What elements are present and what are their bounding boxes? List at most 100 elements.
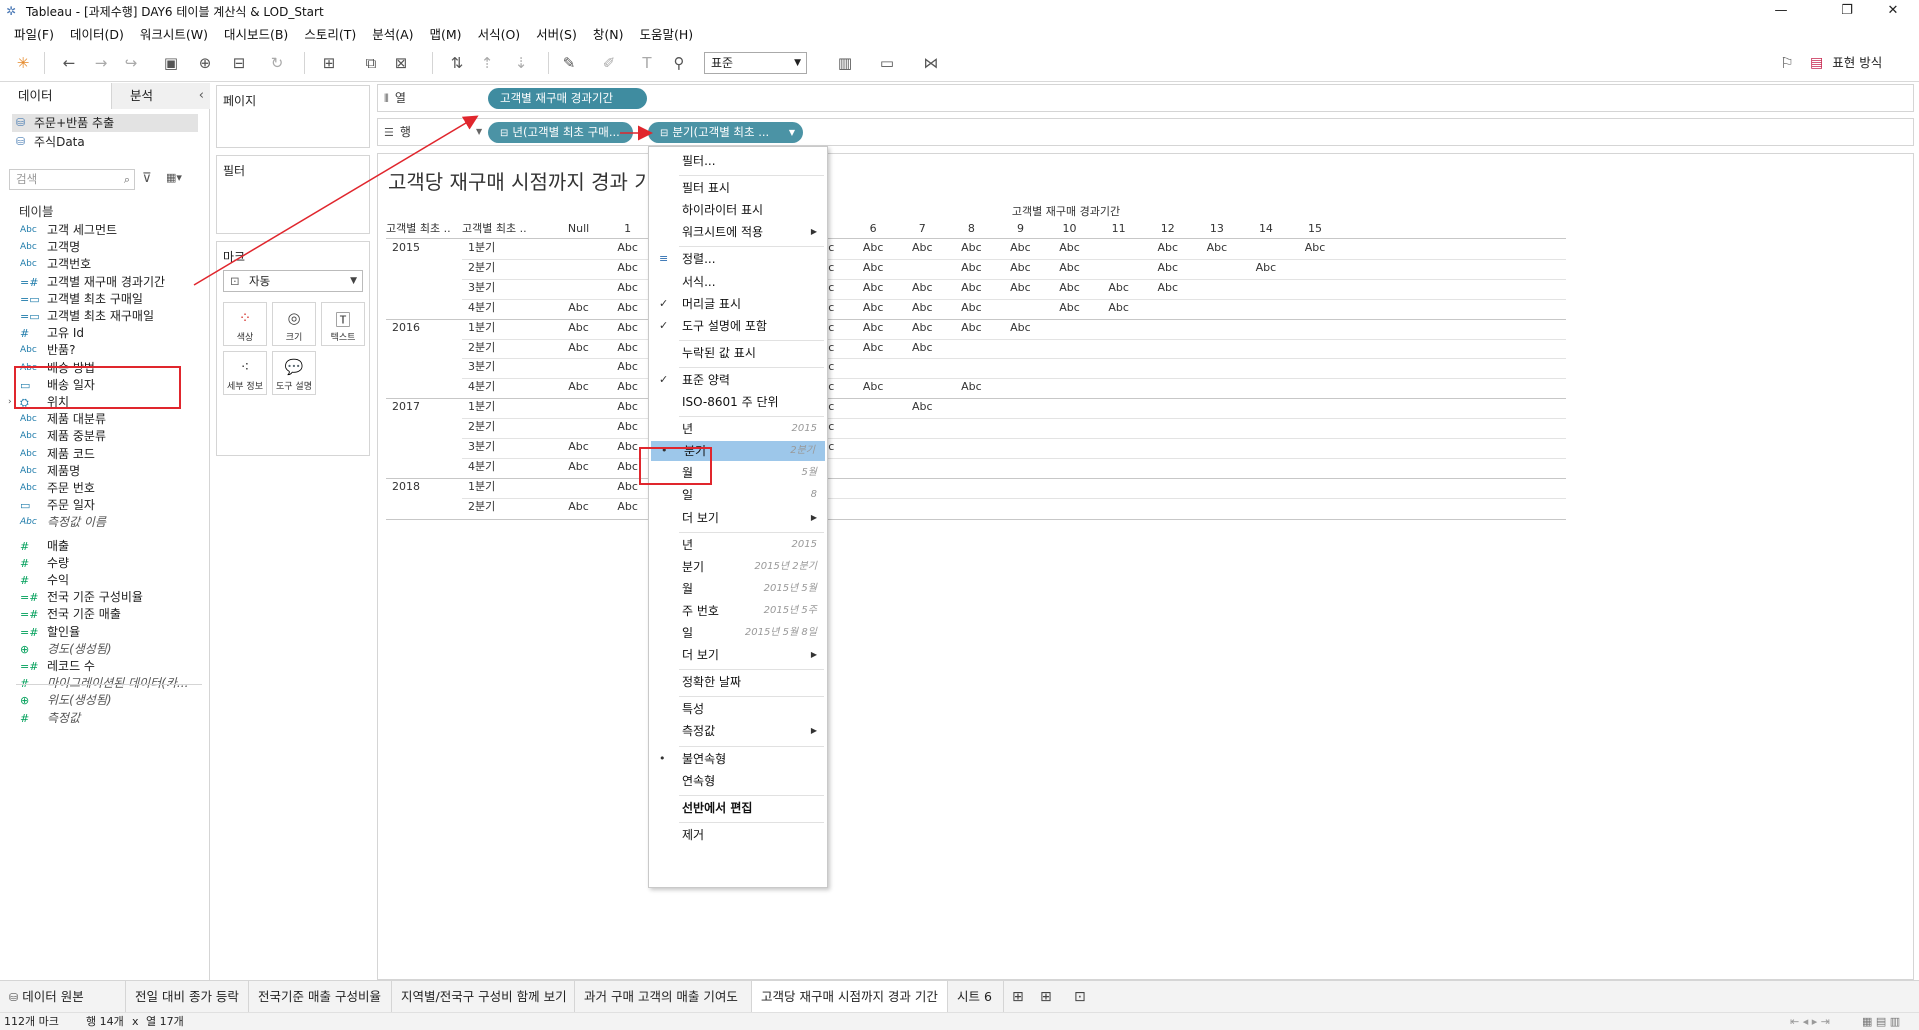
table-cell[interactable]: Abc <box>947 320 996 336</box>
table-cell[interactable]: Abc <box>603 359 652 375</box>
sheet-tab[interactable]: 고객당 재구매 시점까지 경과 기간 <box>752 981 948 1013</box>
field-item[interactable]: Abc 고객 세그먼트 <box>0 221 208 240</box>
menu-item[interactable]: 연속형 <box>649 771 827 791</box>
tab-analytics[interactable]: 분석 <box>112 83 210 109</box>
table-cell[interactable]: Abc <box>603 300 652 316</box>
expand-icon[interactable]: › <box>8 393 12 412</box>
duplicate-sheet-icon[interactable]: ⧉ <box>360 53 382 73</box>
table-cell[interactable]: Abc <box>996 260 1045 276</box>
field-item[interactable]: =# 고객별 재구매 경과기간 <box>0 273 208 292</box>
rows-shelf[interactable]: ☰ 행 ▼ ⊟ 년(고객별 최초 구매... ⊟ 분기(고객별 최초 ... ▼ <box>377 118 1914 146</box>
table-cell[interactable]: Abc <box>554 459 603 475</box>
table-cell[interactable]: Abc <box>554 439 603 455</box>
table-cell[interactable]: Abc <box>898 240 947 256</box>
fix-axes-icon[interactable]: ⚲ <box>668 53 690 73</box>
minimize-button[interactable]: — <box>1758 0 1804 22</box>
filters-card[interactable]: 필터 <box>216 155 370 234</box>
table-cell[interactable]: Abc <box>849 340 898 356</box>
menu-item[interactable]: 특성 <box>649 699 827 719</box>
field-item[interactable]: =# 전국 기준 매출 <box>0 605 208 624</box>
table-cell[interactable]: Abc <box>1192 240 1241 256</box>
table-cell[interactable]: Abc <box>898 320 947 336</box>
replay-icon[interactable]: ↪ <box>120 53 142 73</box>
table-cell[interactable]: Abc <box>996 240 1045 256</box>
menu-item[interactable]: 분석(A) <box>364 24 421 43</box>
refresh-icon[interactable]: ↻ <box>266 53 288 73</box>
labels-icon[interactable]: T <box>636 53 658 73</box>
table-cell[interactable]: Abc <box>1143 280 1192 296</box>
menu-item[interactable]: 일8 <box>649 485 827 505</box>
sheet-tab[interactable]: 전국기준 매출 구성비율 <box>249 981 392 1013</box>
highlight-icon[interactable]: ✎ <box>558 53 580 73</box>
menu-item[interactable]: ≡ 정렬... <box>649 249 827 269</box>
menu-item[interactable]: 서버(S) <box>528 24 585 43</box>
filter-icon[interactable]: ⊽ <box>142 171 152 186</box>
field-item[interactable]: ⊕ 경도(생성됨) <box>0 640 208 659</box>
menu-item[interactable]: 더 보기 ▶ <box>649 645 827 665</box>
field-item[interactable]: # 수익 <box>0 571 208 590</box>
field-item[interactable]: ▭ 주문 일자 <box>0 496 208 515</box>
field-item[interactable]: ⊕ 위도(생성됨) <box>0 691 208 710</box>
tableau-home-icon[interactable]: ✳ <box>12 53 34 73</box>
sheet-tab[interactable]: 과거 구매 고객의 매출 기여도 <box>575 981 752 1013</box>
field-item[interactable]: Abc 고객번호 <box>0 255 208 274</box>
color-button[interactable]: ⁘ 색상 <box>223 302 267 346</box>
menu-item[interactable]: 선반에서 편집 <box>649 798 827 818</box>
undo-icon[interactable]: ← <box>58 53 80 73</box>
table-cell[interactable]: Abc <box>1143 260 1192 276</box>
new-dashboard-icon[interactable]: ⊞ <box>1040 989 1052 1005</box>
table-cell[interactable]: Abc <box>554 340 603 356</box>
table-cell[interactable]: Abc <box>849 240 898 256</box>
table-cell[interactable]: Abc <box>947 300 996 316</box>
table-cell[interactable]: Abc <box>898 300 947 316</box>
table-cell[interactable]: Abc <box>996 320 1045 336</box>
menu-item[interactable]: 창(N) <box>585 24 632 43</box>
table-cell[interactable]: Abc <box>996 280 1045 296</box>
table-cell[interactable]: Abc <box>603 379 652 395</box>
share-icon[interactable]: ⋈ <box>920 53 942 73</box>
table-cell[interactable]: Abc <box>947 240 996 256</box>
collapse-icon[interactable]: ‹ <box>199 83 204 109</box>
menu-item[interactable]: ✓ 도구 설명에 포함 <box>649 316 827 336</box>
worksheet-view[interactable]: 고객당 재구매 시점까지 경과 기간 고객별 재구매 경과기간 고객별 최초 ..… <box>377 153 1914 980</box>
group-icon[interactable]: ✐ <box>598 53 620 73</box>
table-cell[interactable]: Abc <box>554 300 603 316</box>
field-search-input[interactable]: 검색 ⌕ <box>9 169 135 190</box>
menu-item[interactable]: 서식... <box>649 272 827 292</box>
grid-view-icon[interactable]: ▦ ▤ ▥ <box>1862 1013 1900 1030</box>
field-item[interactable]: Abc 주문 번호 <box>0 479 208 498</box>
field-item[interactable]: =# 할인율 <box>0 623 208 642</box>
field-item[interactable]: =▭ 고객별 최초 재구매일 <box>0 307 208 326</box>
table-cell[interactable]: Abc <box>1045 240 1094 256</box>
sort-ascending-icon[interactable]: ⇡ <box>476 53 498 73</box>
field-item[interactable]: =▭ 고객별 최초 구매일 <box>0 290 208 309</box>
table-cell[interactable]: Abc <box>603 419 652 435</box>
tab-datasource[interactable]: ⛁ 데이터 원본 <box>0 981 126 1013</box>
table-cell[interactable]: Abc <box>1045 280 1094 296</box>
table-cell[interactable]: Abc <box>898 280 947 296</box>
field-item[interactable]: Abc 측정값 이름 <box>0 513 208 532</box>
menu-item[interactable]: 파일(F) <box>6 24 62 43</box>
field-item[interactable]: Abc 제품명 <box>0 462 208 481</box>
menu-item[interactable]: 맵(M) <box>422 24 470 43</box>
row-pill-year[interactable]: ⊟ 년(고객별 최초 구매... <box>488 122 633 143</box>
size-button[interactable]: ◎ 크기 <box>272 302 316 346</box>
tooltip-button[interactable]: 💬 도구 설명 <box>272 351 316 395</box>
menu-item[interactable]: 워크시트(W) <box>132 24 216 43</box>
table-cell[interactable]: Abc <box>603 260 652 276</box>
table-cell[interactable]: Abc <box>849 280 898 296</box>
nav-first-icon[interactable]: ⇤ ◂ ▸ ⇥ <box>1790 1013 1830 1030</box>
table-cell[interactable]: Abc <box>603 280 652 296</box>
menu-item[interactable]: 년 2015 <box>649 419 827 439</box>
field-item[interactable]: Abc 제품 코드 <box>0 445 208 464</box>
menu-item[interactable]: 워크시트에 적용 ▶ <box>649 222 827 242</box>
menu-item[interactable]: 분기 2015년 2분기 <box>649 557 827 577</box>
column-pill[interactable]: 고객별 재구매 경과기간 <box>488 88 647 109</box>
menu-item[interactable]: 년 2015 <box>649 535 827 555</box>
field-item[interactable]: Abc 고객명 <box>0 238 208 257</box>
maximize-button[interactable]: ❐ <box>1824 0 1870 22</box>
pin-icon[interactable]: ⚐ <box>1776 53 1798 73</box>
menu-item[interactable]: 필터 표시 <box>649 178 827 198</box>
menu-item[interactable]: 누락된 값 표시 <box>649 343 827 363</box>
columns-shelf[interactable]: ⦀ 열 고객별 재구매 경과기간 <box>377 84 1914 112</box>
